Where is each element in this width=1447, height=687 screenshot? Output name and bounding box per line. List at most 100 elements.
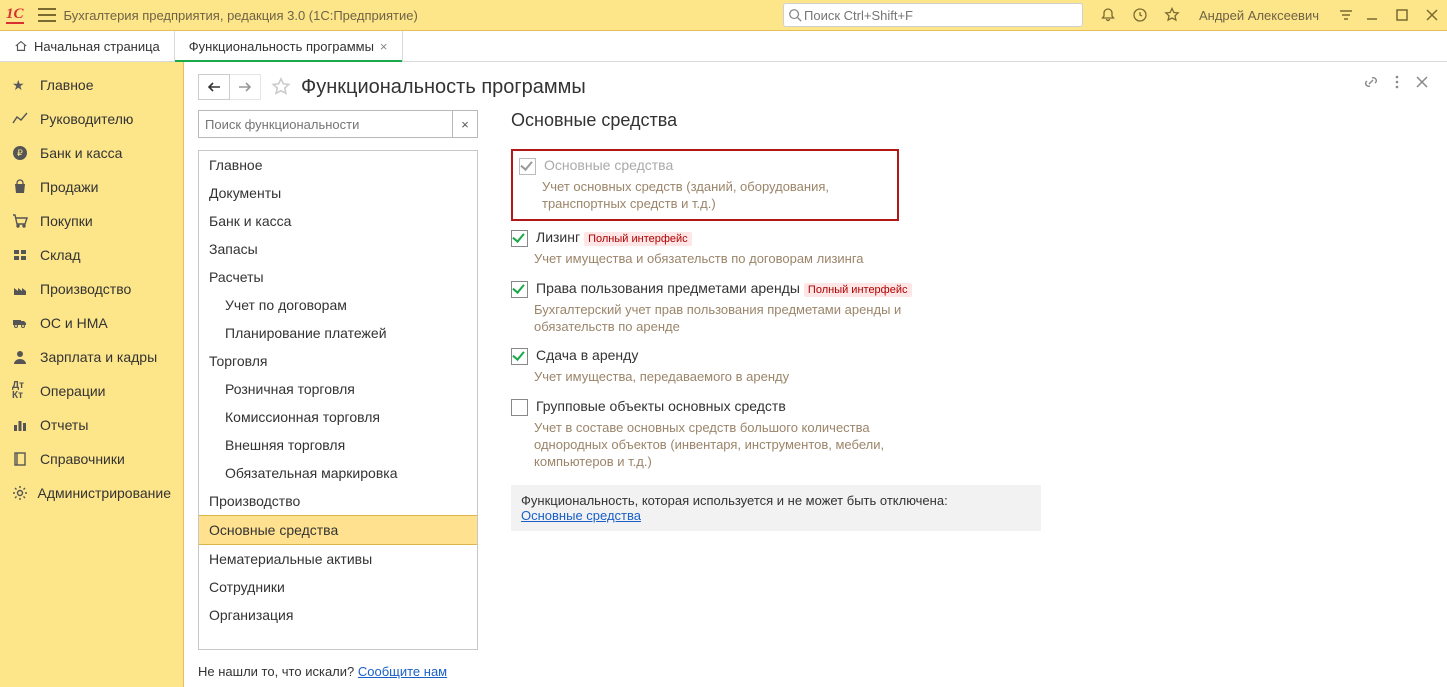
tree-item[interactable]: Документы: [199, 179, 477, 207]
sidebar-item-label: Зарплата и кадры: [40, 349, 157, 365]
bag-icon: [12, 179, 34, 195]
chart-icon: [12, 111, 34, 127]
sidebar-item-production[interactable]: Производство: [0, 272, 183, 306]
sidebar-item-salary[interactable]: Зарплата и кадры: [0, 340, 183, 374]
tree-item[interactable]: Обязательная маркировка: [199, 459, 477, 487]
sidebar-item-sales[interactable]: Продажи: [0, 170, 183, 204]
book-icon: [12, 451, 34, 467]
functionality-search-input[interactable]: [199, 111, 452, 137]
sidebar-item-admin[interactable]: Администрирование: [0, 476, 183, 510]
fixed-assets-label: Основные средства: [544, 157, 673, 173]
sidebar-item-label: Справочники: [40, 451, 125, 467]
sidebar-item-label: Производство: [40, 281, 131, 297]
bars-icon: [12, 417, 34, 433]
tree-item[interactable]: Планирование платежей: [199, 319, 477, 347]
used-functionality-panel: Функциональность, которая используется и…: [511, 485, 1041, 531]
report-link[interactable]: Сообщите нам: [358, 664, 447, 679]
fixed-assets-desc: Учет основных средств (зданий, оборудова…: [542, 179, 889, 213]
boxes-icon: [12, 247, 34, 263]
fixed-assets-checkbox: [519, 158, 536, 175]
minimize-button[interactable]: [1363, 6, 1381, 24]
sidebar: ★Главное Руководителю ₽Банк и касса Прод…: [0, 62, 184, 687]
tree-item[interactable]: Главное: [199, 151, 477, 179]
sidebar-item-main[interactable]: ★Главное: [0, 68, 183, 102]
global-search[interactable]: [783, 3, 1083, 27]
global-search-input[interactable]: [802, 7, 1078, 24]
person-icon: [12, 349, 34, 365]
tree-item-fixed-assets[interactable]: Основные средства: [199, 515, 477, 545]
tab-home-label: Начальная страница: [34, 39, 160, 54]
more-icon[interactable]: [1395, 74, 1399, 90]
main-area: Функциональность программы × Главное Док…: [184, 62, 1447, 687]
bell-icon[interactable]: [1099, 6, 1117, 24]
sidebar-item-bank[interactable]: ₽Банк и касса: [0, 136, 183, 170]
sidebar-item-label: ОС и НМА: [40, 315, 108, 331]
tree-item[interactable]: Учет по договорам: [199, 291, 477, 319]
leasing-desc: Учет имущества и обязательств по договор…: [534, 251, 914, 268]
group-objects-checkbox[interactable]: [511, 399, 528, 416]
maximize-button[interactable]: [1393, 6, 1411, 24]
sidebar-item-operations[interactable]: ДтКт Операции: [0, 374, 183, 408]
clear-search-icon[interactable]: ×: [452, 111, 477, 137]
tree-item[interactable]: Запасы: [199, 235, 477, 263]
interface-badge: Полный интерфейс: [584, 232, 692, 246]
operations-icon: ДтКт: [12, 381, 34, 401]
sidebar-item-label: Главное: [40, 77, 94, 93]
tab-home[interactable]: Начальная страница: [0, 31, 175, 61]
app-title: Бухгалтерия предприятия, редакция 3.0 (1…: [64, 8, 418, 23]
history-icon[interactable]: [1131, 6, 1149, 24]
link-icon[interactable]: [1363, 74, 1379, 90]
used-text: Функциональность, которая используется и…: [521, 493, 1031, 508]
sidebar-item-label: Отчеты: [40, 417, 88, 433]
section-title: Основные средства: [511, 110, 1429, 131]
tree-item[interactable]: Розничная торговля: [199, 375, 477, 403]
sidebar-item-label: Операции: [40, 383, 106, 399]
tab-close-icon[interactable]: ×: [380, 39, 388, 54]
sidebar-item-refs[interactable]: Справочники: [0, 442, 183, 476]
settings-lines-icon[interactable]: [1337, 6, 1355, 24]
sidebar-item-manager[interactable]: Руководителю: [0, 102, 183, 136]
sidebar-item-label: Администрирование: [38, 485, 172, 501]
home-icon: [14, 39, 28, 53]
close-button[interactable]: [1423, 6, 1441, 24]
rent-rights-checkbox[interactable]: [511, 281, 528, 298]
tree-item[interactable]: Нематериальные активы: [199, 545, 477, 573]
tree-item[interactable]: Сотрудники: [199, 573, 477, 601]
functionality-search[interactable]: ×: [198, 110, 478, 138]
main-menu-icon[interactable]: [38, 8, 56, 22]
tree-item[interactable]: Банк и касса: [199, 207, 477, 235]
page-header: Функциональность программы: [198, 74, 1429, 100]
tree-item[interactable]: Торговля: [199, 347, 477, 375]
fixed-assets-highlight: Основные средства Учет основных средств …: [511, 149, 899, 221]
sidebar-item-purchases[interactable]: Покупки: [0, 204, 183, 238]
nav-back-button[interactable]: [198, 74, 230, 100]
tab-functionality[interactable]: Функциональность программы ×: [175, 31, 403, 61]
footer-text: Не нашли то, что искали?: [198, 664, 358, 679]
page-close-icon[interactable]: [1415, 75, 1429, 89]
tree-item[interactable]: Расчеты: [199, 263, 477, 291]
rent-rights-desc: Бухгалтерский учет прав пользования пред…: [534, 302, 914, 336]
settings-list: Основные средства Учет основных средств …: [511, 149, 1429, 531]
tab-functionality-label: Функциональность программы: [189, 39, 374, 54]
tree-item[interactable]: Производство: [199, 487, 477, 515]
tree-item[interactable]: Организация: [199, 601, 477, 629]
favorite-star-icon[interactable]: [271, 77, 291, 97]
functionality-tree[interactable]: Главное Документы Банк и касса Запасы Ра…: [198, 150, 478, 650]
sidebar-item-stock[interactable]: Склад: [0, 238, 183, 272]
group-objects-label: Групповые объекты основных средств: [536, 398, 786, 414]
interface-badge: Полный интерфейс: [804, 283, 912, 297]
star-icon[interactable]: [1163, 6, 1181, 24]
rent-out-desc: Учет имущества, передаваемого в аренду: [534, 369, 914, 386]
used-link[interactable]: Основные средства: [521, 508, 641, 523]
leasing-checkbox[interactable]: [511, 230, 528, 247]
user-name[interactable]: Андрей Алексеевич: [1199, 8, 1319, 23]
tree-item[interactable]: Внешняя торговля: [199, 431, 477, 459]
rent-out-checkbox[interactable]: [511, 348, 528, 365]
tree-item[interactable]: Комиссионная торговля: [199, 403, 477, 431]
app-logo: 1C: [6, 7, 24, 24]
nav-forward-button[interactable]: [230, 74, 261, 100]
sidebar-item-reports[interactable]: Отчеты: [0, 408, 183, 442]
cart-icon: [12, 213, 34, 229]
rent-rights-label: Права пользования предметами арендыПолны…: [536, 280, 912, 297]
sidebar-item-os[interactable]: ОС и НМА: [0, 306, 183, 340]
